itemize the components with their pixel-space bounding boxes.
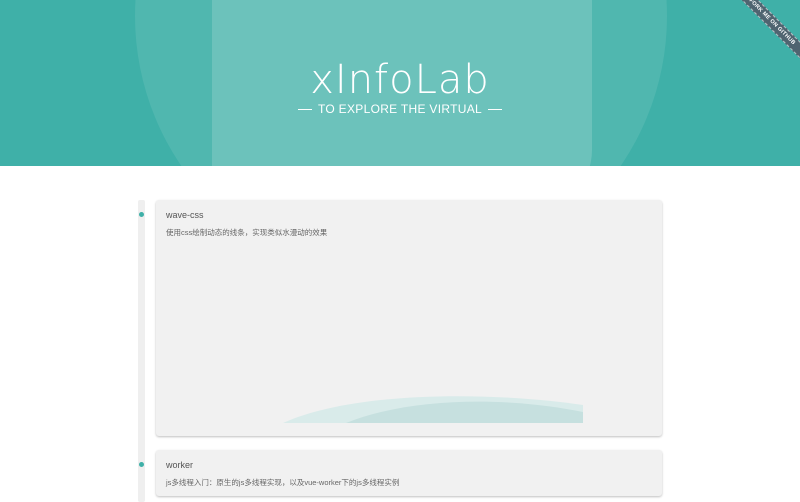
logo-tagline: TO EXPLORE THE VIRTUAL [0,102,800,116]
hero-banner: xInfoLab TO EXPLORE THE VIRTUAL [0,0,800,166]
project-title[interactable]: worker [166,460,193,470]
project-description: js多线程入门：原生的js多线程实现，以及vue-worker下的js多线程实例 [166,478,400,487]
project-card-wave-css[interactable]: wave-css 使用css绘制动态的线条，实现类似水漫动的效果 [156,200,662,436]
tagline-left-rule [298,108,312,110]
github-ribbon-label[interactable]: FORK ME ON GITHUB [740,0,800,60]
timeline-track [138,200,145,502]
site-logo[interactable]: xInfoLab TO EXPLORE THE VIRTUAL [0,60,800,116]
logo-text: xInfoLab [310,57,490,103]
tagline-text: TO EXPLORE THE VIRTUAL [318,102,482,116]
tagline-right-rule [487,108,502,110]
wave-illustration [283,396,583,423]
github-ribbon[interactable]: FORK ME ON GITHUB [740,0,800,60]
timeline-dot [139,462,144,467]
timeline-dot [139,212,144,217]
project-card-worker[interactable]: worker js多线程入门：原生的js多线程实现，以及vue-worker下的… [156,450,662,496]
